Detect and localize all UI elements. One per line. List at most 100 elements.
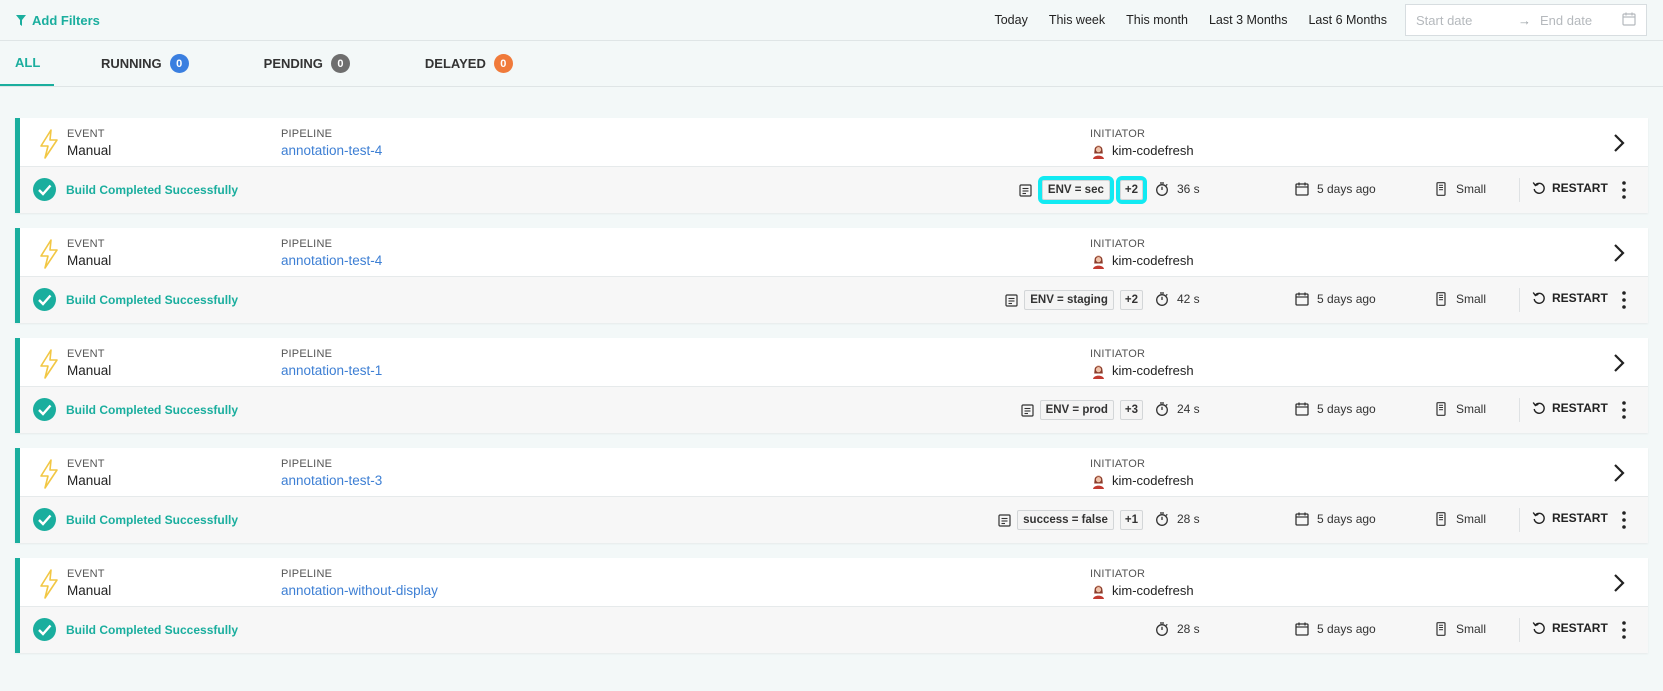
tab-label: RUNNING: [101, 56, 162, 71]
initiator-name[interactable]: kim-codefresh: [1112, 583, 1194, 598]
range-this-week[interactable]: This week: [1049, 13, 1105, 27]
event-value: Manual: [67, 253, 112, 268]
add-filters-button[interactable]: Add Filters: [16, 13, 100, 28]
size-value: Small: [1456, 182, 1487, 196]
build-status: Build Completed Successfully: [66, 513, 239, 527]
restart-icon: [1532, 292, 1545, 304]
date-filters: Today This week This month Last 3 Months…: [994, 4, 1647, 36]
event-label: EVENT: [67, 348, 105, 360]
restart-button[interactable]: RESTART: [1532, 181, 1608, 195]
count-badge: 0: [330, 54, 350, 73]
initiator-label: INITIATOR: [1090, 348, 1146, 360]
build-card[interactable]: EVENT Manual PIPELINE annotation-without…: [15, 558, 1648, 653]
date-value: 5 days ago: [1317, 512, 1376, 526]
duration-value: 28 s: [1177, 512, 1200, 526]
build-card-footer: Build Completed Successfully ENV = prod …: [20, 387, 1648, 433]
kebab-menu-icon[interactable]: [1621, 180, 1627, 200]
build-card-header[interactable]: EVENT Manual PIPELINE annotation-test-4 …: [20, 228, 1648, 277]
tab-pending[interactable]: PENDING 0: [249, 41, 365, 86]
calendar-icon[interactable]: [1622, 12, 1636, 29]
range-last-6-months[interactable]: Last 6 Months: [1308, 13, 1387, 27]
build-card-header[interactable]: EVENT Manual PIPELINE annotation-without…: [20, 558, 1648, 607]
pipeline-label: PIPELINE: [281, 348, 333, 360]
date-value: 5 days ago: [1317, 402, 1376, 416]
build-card[interactable]: EVENT Manual PIPELINE annotation-test-1 …: [15, 338, 1648, 433]
chevron-right-icon[interactable]: [1612, 133, 1626, 153]
date-range-picker[interactable]: Start date → End date: [1405, 4, 1647, 36]
initiator-name[interactable]: kim-codefresh: [1112, 143, 1194, 158]
chevron-right-icon[interactable]: [1612, 353, 1626, 373]
build-card[interactable]: EVENT Manual PIPELINE annotation-test-3 …: [15, 448, 1648, 543]
restart-button[interactable]: RESTART: [1532, 401, 1608, 415]
event-value: Manual: [67, 473, 112, 488]
annotation-chip[interactable]: ENV = sec: [1037, 176, 1114, 204]
tab-label: DELAYED: [424, 56, 486, 71]
pipeline-label: PIPELINE: [281, 458, 333, 470]
pipeline-link[interactable]: annotation-test-4: [281, 143, 382, 158]
pipeline-link[interactable]: annotation-test-4: [281, 253, 382, 268]
build-card-header[interactable]: EVENT Manual PIPELINE annotation-test-4 …: [20, 118, 1648, 167]
size-value: Small: [1456, 512, 1487, 526]
stopwatch-icon: [1156, 292, 1168, 306]
initiator-name[interactable]: kim-codefresh: [1112, 473, 1194, 488]
tab-label: ALL: [15, 55, 41, 70]
range-last-3-months[interactable]: Last 3 Months: [1209, 13, 1288, 27]
kebab-menu-icon[interactable]: [1621, 620, 1627, 640]
pipeline-link[interactable]: annotation-test-1: [281, 363, 382, 378]
tab-all[interactable]: ALL: [0, 41, 54, 86]
build-card-header[interactable]: EVENT Manual PIPELINE annotation-test-3 …: [20, 448, 1648, 497]
tab-delayed[interactable]: DELAYED 0: [410, 41, 528, 86]
start-date-input[interactable]: Start date: [1416, 13, 1518, 28]
count-badge: 0: [493, 54, 513, 73]
tab-running[interactable]: RUNNING 0: [86, 41, 204, 86]
divider: [1519, 288, 1520, 312]
kebab-menu-icon[interactable]: [1621, 510, 1627, 530]
kebab-menu-icon[interactable]: [1621, 290, 1627, 310]
avatar: [1093, 145, 1104, 159]
annotation-more-chip[interactable]: +1: [1119, 510, 1143, 530]
build-card-header[interactable]: EVENT Manual PIPELINE annotation-test-1 …: [20, 338, 1648, 387]
divider: [1519, 398, 1520, 422]
annotation-chip[interactable]: ENV = prod: [1039, 400, 1114, 420]
annotation-more-chip[interactable]: +2: [1119, 290, 1143, 310]
annotation-more-chip[interactable]: +2: [1115, 176, 1148, 204]
end-date-input[interactable]: End date: [1540, 13, 1622, 28]
build-date: 5 days ago: [1295, 292, 1376, 306]
status-tabs: ALL RUNNING 0 PENDING 0 DELAYED 0: [0, 41, 1663, 87]
date-value: 5 days ago: [1317, 622, 1376, 636]
chevron-right-icon[interactable]: [1612, 573, 1626, 593]
server-icon: [1436, 622, 1446, 636]
note-icon: [1020, 403, 1034, 417]
avatar: [1093, 585, 1104, 599]
arrow-right-icon: →: [1518, 12, 1531, 28]
lightning-icon: [40, 239, 58, 269]
initiator-name[interactable]: kim-codefresh: [1112, 253, 1194, 268]
pipeline-link[interactable]: annotation-test-3: [281, 473, 382, 488]
build-card[interactable]: EVENT Manual PIPELINE annotation-test-4 …: [15, 118, 1648, 213]
pipeline-label: PIPELINE: [281, 238, 333, 250]
chevron-right-icon[interactable]: [1612, 243, 1626, 263]
restart-button[interactable]: RESTART: [1532, 511, 1608, 525]
annotation-chip[interactable]: success = false: [1017, 510, 1114, 530]
pipeline-label: PIPELINE: [281, 128, 333, 140]
restart-button[interactable]: RESTART: [1532, 291, 1608, 305]
builds-list: EVENT Manual PIPELINE annotation-test-4 …: [0, 87, 1663, 653]
restart-button[interactable]: RESTART: [1532, 621, 1608, 635]
build-status: Build Completed Successfully: [66, 403, 239, 417]
annotation-chip[interactable]: ENV = staging: [1024, 290, 1114, 310]
range-this-month[interactable]: This month: [1126, 13, 1188, 27]
calendar-icon: [1295, 512, 1309, 526]
chevron-right-icon[interactable]: [1612, 463, 1626, 483]
server-icon: [1436, 292, 1446, 306]
annotation-more-chip[interactable]: +3: [1119, 400, 1143, 420]
build-card[interactable]: EVENT Manual PIPELINE annotation-test-4 …: [15, 228, 1648, 323]
divider: [1519, 178, 1520, 202]
size-value: Small: [1456, 402, 1487, 416]
kebab-menu-icon[interactable]: [1621, 400, 1627, 420]
range-today[interactable]: Today: [994, 13, 1027, 27]
pipeline-link[interactable]: annotation-without-display: [281, 583, 438, 598]
build-card-footer: Build Completed Successfully ENV = stagi…: [20, 277, 1648, 323]
divider: [1519, 618, 1520, 642]
initiator-name[interactable]: kim-codefresh: [1112, 363, 1194, 378]
build-status: Build Completed Successfully: [66, 183, 239, 197]
